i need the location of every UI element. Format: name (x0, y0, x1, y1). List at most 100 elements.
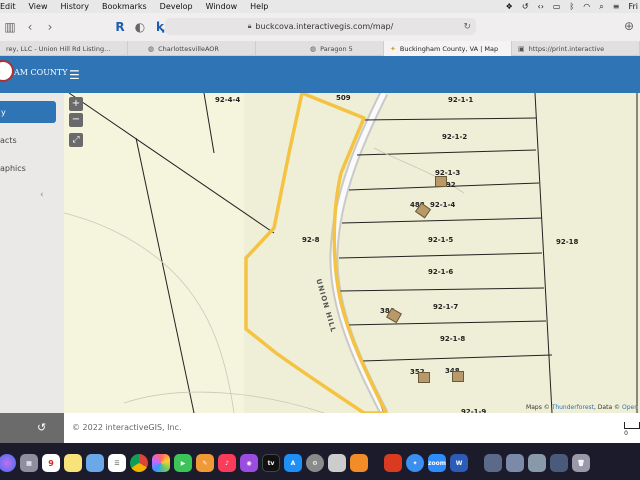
chrome-icon[interactable] (130, 454, 148, 472)
sidebar-toggle-icon[interactable]: ▥ (0, 20, 20, 34)
tab-charlottesville[interactable]: ◍ CharlottesvilleAOR (128, 41, 256, 56)
launchpad-icon[interactable]: ▦ (20, 454, 38, 472)
url-text: buckcova.interactivegis.com/map/ (255, 22, 394, 31)
menu-edit[interactable]: Edit (0, 2, 16, 11)
sidebar-item-graphics[interactable]: aphics (0, 164, 26, 173)
sidebar-footer: ↺ (0, 413, 64, 443)
word-icon[interactable]: W (450, 454, 468, 472)
sidebar-item-layers[interactable]: y (0, 101, 56, 123)
parcel-shade (244, 93, 640, 413)
office-icon[interactable] (384, 454, 402, 472)
tab-bar: rey, LLC - Union Hill Rd Listing... ◍ Ch… (0, 41, 640, 56)
siri-icon[interactable] (0, 454, 16, 472)
menu-develop[interactable]: Develop (160, 2, 193, 11)
tab-paragon[interactable]: ◍ Paragon 5 (256, 41, 384, 56)
parcel-label[interactable]: 92-1-2 (442, 133, 467, 141)
search-icon[interactable]: ⌕ (599, 2, 603, 12)
sidebar-item-contacts[interactable]: acts (0, 136, 17, 145)
window-thumbnail-icon[interactable] (550, 454, 568, 472)
zoom-in-button[interactable]: + (69, 97, 83, 111)
parcel-label[interactable]: 92-1-7 (433, 303, 458, 311)
tab-buckingham[interactable]: ✦ Buckingham County, VA | Map (384, 41, 512, 56)
safari-icon[interactable]: ✦ (406, 454, 424, 472)
podcasts-icon[interactable]: ◉ (240, 454, 258, 472)
forward-icon[interactable]: › (40, 20, 60, 34)
books-icon[interactable] (350, 454, 368, 472)
attribution-link-osm[interactable]: Open (622, 404, 638, 411)
tab-union-hill[interactable]: rey, LLC - Union Hill Rd Listing... (0, 41, 128, 56)
bluetooth-icon[interactable]: ᛒ (569, 2, 574, 11)
attribution-link-thunderforest[interactable]: Thunderforest (552, 404, 594, 411)
clock[interactable]: Fri (628, 2, 638, 11)
sidebar-item-label: y (1, 107, 6, 117)
fullscreen-button[interactable]: ⤢ (69, 133, 83, 147)
battery-icon[interactable]: ▭ (553, 2, 561, 11)
reminders-icon[interactable]: ☰ (108, 454, 126, 472)
zoom-icon[interactable]: zoom (428, 454, 446, 472)
photos-icon[interactable] (152, 454, 170, 472)
app-header: AM COUNTY ☰ (0, 56, 640, 93)
tab-label: https://print.interactive (528, 44, 605, 53)
reset-icon[interactable]: ↺ (37, 421, 46, 434)
wifi-icon[interactable]: ◠ (583, 2, 590, 11)
extension-r-icon[interactable]: R (110, 20, 130, 34)
shield-icon[interactable]: ◐ (130, 20, 150, 34)
parcel-label[interactable]: 92-1-4 (430, 201, 455, 209)
map-canvas[interactable]: + − ⤢ 92-4-4 509 92-1-1 92-1-2 92-1-3 49… (64, 93, 640, 413)
parcel-label[interactable]: 92-1-6 (428, 268, 453, 276)
parcel-label[interactable]: 92-8 (302, 236, 320, 244)
system-settings-icon[interactable]: ⚙ (306, 454, 324, 472)
window-thumbnail-icon[interactable] (528, 454, 546, 472)
address-bar[interactable]: 🔒︎ buckcova.interactivegis.com/map/ ↻ (165, 18, 476, 35)
tab-print[interactable]: ▣ https://print.interactive (512, 41, 640, 56)
lock-icon: 🔒︎ (247, 22, 252, 30)
window-thumbnail-icon[interactable] (506, 454, 524, 472)
parcel-label[interactable]: 92-1-1 (448, 96, 473, 104)
history-icon[interactable]: ↺ (522, 2, 529, 11)
collapse-chevron-icon[interactable]: ‹ (40, 190, 44, 200)
pages-icon[interactable]: ✎ (196, 454, 214, 472)
menu-view[interactable]: View (29, 2, 48, 11)
window-thumbnail-icon[interactable] (484, 454, 502, 472)
page-icon: ▣ (518, 44, 525, 53)
status-area: ❖ ↺ ‹› ▭ ᛒ ◠ ⌕ ≡ Fri (506, 0, 638, 13)
tv-icon[interactable]: tv (262, 454, 280, 472)
new-tab-icon[interactable]: ⊕ (624, 19, 634, 33)
hamburger-menu-icon[interactable]: ☰ (69, 68, 80, 82)
tab-label: Paragon 5 (320, 44, 353, 53)
scale-bar (624, 422, 640, 429)
dropbox-icon[interactable]: ❖ (506, 2, 513, 11)
tab-label: CharlottesvilleAOR (158, 44, 219, 53)
back-icon[interactable]: ‹ (20, 20, 40, 34)
map-pin-icon: ✦ (390, 44, 396, 53)
notes-icon[interactable] (64, 454, 82, 472)
page-footer: © 2022 interactiveGIS, Inc. 0 (64, 413, 640, 443)
dock-apps: ▦ 9 ☰ ▶ ✎ ♪ ◉ tv A ⚙ ✦ zoom W 🗑︎ (0, 454, 590, 472)
parcel-label[interactable]: 92-1-8 (440, 335, 465, 343)
parcel-label[interactable]: 509 (336, 94, 351, 102)
map-attribution: Maps © Thunderforest, Data © Open (526, 404, 638, 411)
menu-bookmarks[interactable]: Bookmarks (102, 2, 147, 11)
menu-bar: Edit View History Bookmarks Develop Wind… (0, 0, 640, 13)
logo-text: AM COUNTY (14, 68, 68, 77)
globe-icon: ◍ (310, 44, 317, 53)
parcel-label[interactable]: 92-1-5 (428, 236, 453, 244)
parcel-label[interactable]: 92-18 (556, 238, 578, 246)
tab-label: rey, LLC - Union Hill Rd Listing... (6, 44, 111, 53)
control-center-icon[interactable]: ≡ (613, 2, 620, 11)
code-icon[interactable]: ‹› (538, 2, 544, 11)
image-capture-icon[interactable] (328, 454, 346, 472)
music-icon[interactable]: ♪ (218, 454, 236, 472)
menu-window[interactable]: Window (206, 2, 238, 11)
left-sidebar: y acts aphics ‹ (0, 93, 64, 413)
app-store-icon[interactable]: A (284, 454, 302, 472)
menu-help[interactable]: Help (250, 2, 268, 11)
calendar-icon[interactable]: 9 (42, 454, 60, 472)
menu-history[interactable]: History (60, 2, 88, 11)
reload-icon[interactable]: ↻ (463, 22, 471, 32)
zoom-out-button[interactable]: − (69, 113, 83, 127)
preview-icon[interactable] (86, 454, 104, 472)
parcel-label[interactable]: 92-4-4 (215, 96, 240, 104)
trash-icon[interactable]: 🗑︎ (572, 454, 590, 472)
facetime-icon[interactable]: ▶ (174, 454, 192, 472)
